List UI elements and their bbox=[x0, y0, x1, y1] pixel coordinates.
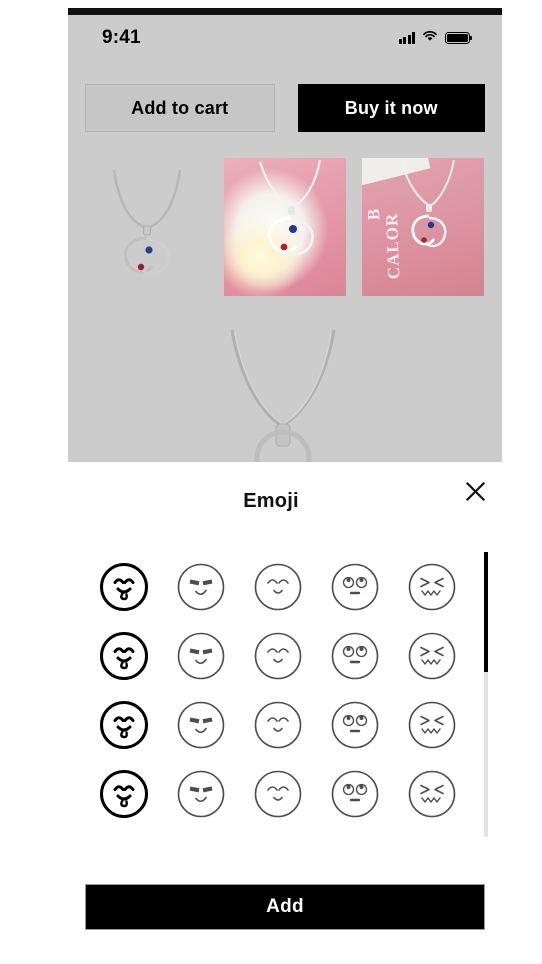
necklace-illustration bbox=[258, 159, 322, 256]
product-page-background: 9:41 Add to cart Buy it now B CALOR bbox=[68, 8, 502, 468]
emoji-face-with-rolling-eyes[interactable] bbox=[329, 561, 381, 613]
smiling-face-with-smiling-eyes-icon bbox=[254, 632, 301, 679]
face-with-rolling-eyes-icon bbox=[331, 563, 378, 610]
emoji-confounded-face[interactable] bbox=[406, 630, 458, 682]
emoji-face-savoring-food[interactable] bbox=[98, 561, 150, 613]
emoji-scrollbar[interactable] bbox=[484, 552, 488, 837]
emoji-smiling-face-with-smiling-eyes[interactable] bbox=[252, 561, 304, 613]
emoji-smirking-face[interactable] bbox=[175, 630, 227, 682]
necklace-illustration bbox=[230, 329, 336, 468]
emoji-face-with-rolling-eyes[interactable] bbox=[329, 699, 381, 751]
smirking-face-icon bbox=[177, 701, 224, 748]
emoji-face-with-rolling-eyes[interactable] bbox=[329, 768, 381, 820]
cta-row: Add to cart Buy it now bbox=[68, 84, 502, 132]
buy-it-now-button[interactable]: Buy it now bbox=[297, 84, 485, 132]
emoji-smiling-face-with-smiling-eyes[interactable] bbox=[252, 630, 304, 682]
emoji-smiling-face-with-smiling-eyes[interactable] bbox=[252, 768, 304, 820]
phone-top-bar bbox=[68, 8, 502, 15]
face-with-rolling-eyes-icon bbox=[331, 632, 378, 679]
smiling-face-with-smiling-eyes-icon bbox=[254, 563, 301, 610]
face-with-rolling-eyes-icon bbox=[331, 701, 378, 748]
face-with-rolling-eyes-icon bbox=[331, 770, 378, 817]
battery-full-icon bbox=[445, 32, 473, 44]
product-thumbnail-row: B CALOR bbox=[68, 158, 502, 296]
add-button[interactable]: Add bbox=[85, 884, 485, 930]
product-thumbnail-3[interactable]: B CALOR bbox=[362, 158, 484, 296]
emoji-smiling-face-with-smiling-eyes[interactable] bbox=[252, 699, 304, 751]
emoji-face-savoring-food[interactable] bbox=[98, 699, 150, 751]
emoji-face-savoring-food[interactable] bbox=[98, 768, 150, 820]
emoji-smirking-face[interactable] bbox=[175, 561, 227, 613]
emoji-smirking-face[interactable] bbox=[175, 768, 227, 820]
emoji-face-savoring-food[interactable] bbox=[98, 630, 150, 682]
emoji-smirking-face[interactable] bbox=[175, 699, 227, 751]
confounded-face-icon bbox=[408, 563, 455, 610]
emoji-modal-header: Emoji bbox=[0, 462, 542, 534]
emoji-modal: Emoji Add bbox=[0, 462, 542, 964]
necklace-illustration bbox=[112, 169, 182, 276]
cellular-signal-icon bbox=[398, 32, 415, 44]
product-thumbnail-2[interactable] bbox=[224, 158, 346, 296]
confounded-face-icon bbox=[408, 701, 455, 748]
wifi-icon bbox=[422, 29, 438, 47]
confounded-face-icon bbox=[408, 770, 455, 817]
status-icons bbox=[398, 29, 473, 47]
close-button[interactable] bbox=[458, 474, 492, 508]
emoji-face-with-rolling-eyes[interactable] bbox=[329, 630, 381, 682]
emoji-grid bbox=[85, 552, 470, 828]
smirking-face-icon bbox=[177, 563, 224, 610]
emoji-confounded-face[interactable] bbox=[406, 561, 458, 613]
status-time: 9:41 bbox=[102, 27, 141, 48]
face-savoring-food-icon bbox=[99, 562, 148, 611]
smiling-face-with-smiling-eyes-icon bbox=[254, 770, 301, 817]
emoji-confounded-face[interactable] bbox=[406, 768, 458, 820]
necklace-illustration bbox=[401, 159, 455, 248]
smiling-face-with-smiling-eyes-icon bbox=[254, 701, 301, 748]
face-savoring-food-icon bbox=[99, 631, 148, 680]
emoji-grid-container bbox=[0, 552, 542, 842]
emoji-confounded-face[interactable] bbox=[406, 699, 458, 751]
smirking-face-icon bbox=[177, 770, 224, 817]
product-hero-image[interactable] bbox=[68, 308, 502, 468]
face-savoring-food-icon bbox=[99, 700, 148, 749]
face-savoring-food-icon bbox=[99, 769, 148, 818]
smirking-face-icon bbox=[177, 632, 224, 679]
product-thumbnail-1[interactable] bbox=[86, 158, 208, 296]
confounded-face-icon bbox=[408, 632, 455, 679]
status-bar: 9:41 bbox=[68, 15, 502, 61]
screen-root: 9:41 Add to cart Buy it now B CALOR Emoj… bbox=[0, 0, 542, 964]
close-icon bbox=[465, 481, 485, 501]
emoji-scrollbar-thumb[interactable] bbox=[484, 552, 488, 672]
add-to-cart-button[interactable]: Add to cart bbox=[85, 84, 275, 132]
